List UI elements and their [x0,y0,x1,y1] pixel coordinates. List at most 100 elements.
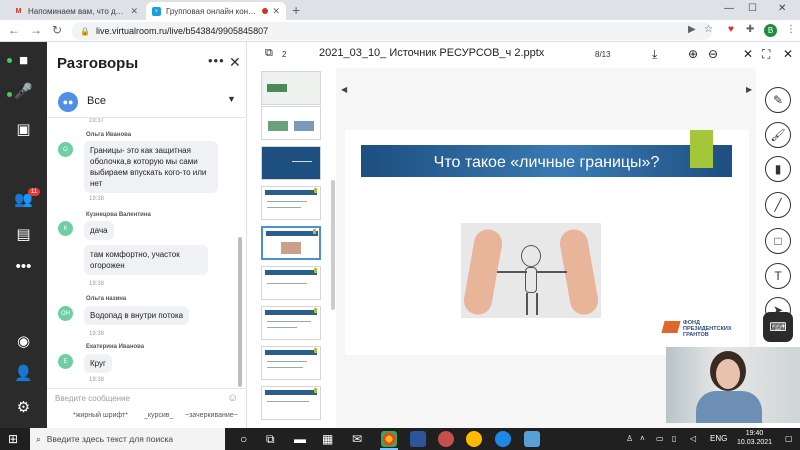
slide-thumbnail[interactable] [261,386,321,420]
webcam-preview [666,347,800,423]
conversation-filter[interactable]: Все [87,95,106,107]
reload-button[interactable]: ↻ [52,23,62,37]
message-time: 19:38 [89,281,105,287]
zoom-in-icon[interactable]: ⊕ [688,47,698,61]
shape-tool-icon[interactable]: □ [765,228,791,254]
line-tool-icon[interactable]: ╱ [765,192,791,218]
back-button[interactable]: ← [8,23,20,37]
chevron-down-icon[interactable]: ▼ [227,94,236,104]
next-slide-icon[interactable]: ▶ [746,85,752,94]
extensions-icon[interactable]: ✚ [746,24,754,35]
app-icon[interactable] [524,431,540,447]
message-sender: Екатерина Иванова [86,344,145,350]
text-tool-icon[interactable]: T [765,263,791,289]
more-icon[interactable]: ••• [0,258,47,275]
message-list: 19:37 Ольга Иванова О Границы- это как з… [47,118,237,393]
contacts-icon[interactable]: ▣ [0,120,47,138]
message-bubble: дача [84,221,114,240]
chat-scrollbar[interactable] [238,237,242,387]
tab-label: Напоминаем вам, что до начал [28,6,127,16]
avatar: ОН [58,306,73,321]
camera-in-use-icon[interactable]: ▶ [688,24,696,35]
cortana-icon[interactable]: ○ [240,432,247,446]
notifications-icon[interactable]: ▢ [785,434,793,443]
slide-title: Что такое «личные границы»? [433,154,660,171]
close-viewer-icon[interactable]: ✕ [783,47,793,61]
windows-start-icon[interactable]: ⊞ [8,432,18,446]
close-tab-icon[interactable]: ✕ [130,6,138,17]
slide-thumbnail[interactable] [261,346,321,380]
message-input[interactable]: Введите сообщение [55,394,130,403]
record-icon[interactable]: ◉ [0,332,47,350]
volume-icon[interactable]: ◁ [690,434,696,443]
fullscreen-icon[interactable]: ⛶ [762,47,770,62]
store-icon[interactable]: ▦ [322,432,333,446]
chevron-up-icon[interactable]: ˄ [640,434,645,443]
zoom-out-icon[interactable]: ⊖ [708,47,718,61]
system-clock[interactable]: 19:40 10.03.2021 [737,429,772,447]
sketch-figure-arm [497,271,527,273]
slide-thumbnail[interactable] [261,306,321,340]
slide-thumbnail[interactable] [261,106,321,140]
new-tab-button[interactable]: + [292,2,300,18]
edge-icon[interactable] [495,431,511,447]
maximize-button[interactable]: ☐ [748,3,757,14]
settings-icon[interactable]: ⚙ [0,398,47,416]
url-text: live.virtualroom.ru/live/b54384/99058458… [95,26,269,36]
chat-icon[interactable]: ▤ [0,225,47,243]
app-icon[interactable] [466,431,482,447]
download-icon[interactable]: ⤓ [652,47,657,62]
taskbar-search[interactable]: ⌕ Введите здесь текст для поиска [30,428,225,450]
slides-icon[interactable]: ⧉ [265,47,273,60]
brush-tool-icon[interactable]: 🖌 [765,122,791,148]
people-icon[interactable]: ♙ [626,434,633,443]
camera-on-indicator [7,58,12,63]
previous-slide-icon[interactable]: ◀ [341,85,347,94]
language-indicator[interactable]: ENG [710,434,727,443]
close-window-button[interactable]: ✕ [778,3,786,14]
tab-virtualroom[interactable]: ♀ Групповая онлайн консульт ✕ [146,2,286,20]
close-tab-icon[interactable]: ✕ [272,6,280,17]
slide-thumbnail[interactable] [261,71,321,105]
pen-tool-icon[interactable]: ✎ [765,87,791,113]
network-icon[interactable]: ▭ [656,434,664,443]
person-torso [696,391,762,423]
message-bubble: Круг [84,354,112,373]
emoji-icon[interactable]: ☺ [227,392,238,404]
add-user-icon[interactable]: 👤 [0,364,47,382]
profile-avatar[interactable]: В [764,24,777,37]
slide-thumbnail[interactable] [261,266,321,300]
battery-icon[interactable]: ▯ [672,434,676,443]
close-panel-icon[interactable]: ✕ [229,54,241,71]
slide-thumbnail[interactable] [261,186,321,220]
shield-extension-icon[interactable]: ♥ [728,24,734,35]
thumbnails-scrollbar[interactable] [331,180,335,310]
file-explorer-icon[interactable]: ▬ [294,432,306,446]
sketch-figure-arm [537,271,567,273]
keyboard-icon[interactable]: ⌨ [763,312,793,342]
close-presentation-icon[interactable]: ✕ [743,47,753,61]
message-time: 19:38 [89,331,105,337]
bookmark-star-icon[interactable]: ☆ [704,24,713,35]
more-options-icon[interactable]: ••• [208,53,225,68]
forward-button[interactable]: → [30,23,42,37]
slide-thumbnail[interactable] [261,146,321,180]
task-view-icon[interactable]: ⧉ [266,432,275,447]
slides-count: 2 [282,50,287,59]
message-sender: Ольга назина [86,296,127,302]
microphone-icon[interactable]: 🎤 [0,82,47,100]
avatar: Е [58,354,73,369]
minimize-button[interactable]: — [724,3,734,14]
slide-illustration [461,223,601,318]
person-face [716,359,740,389]
highlighter-tool-icon[interactable]: ▮ [765,156,791,182]
tab-gmail[interactable]: M Напоминаем вам, что до начал ✕ [8,2,144,20]
app-icon[interactable] [438,431,454,447]
chrome-icon[interactable] [381,431,397,447]
mail-icon[interactable]: ✉ [352,432,362,446]
slide-thumbnail-selected[interactable] [261,226,321,260]
tab-label: Групповая онлайн консульт [166,6,259,16]
word-icon[interactable] [410,431,426,447]
browser-menu-icon[interactable]: ⋮ [786,24,796,35]
address-bar[interactable]: 🔒 live.virtualroom.ru/live/b54384/990584… [72,22,712,40]
